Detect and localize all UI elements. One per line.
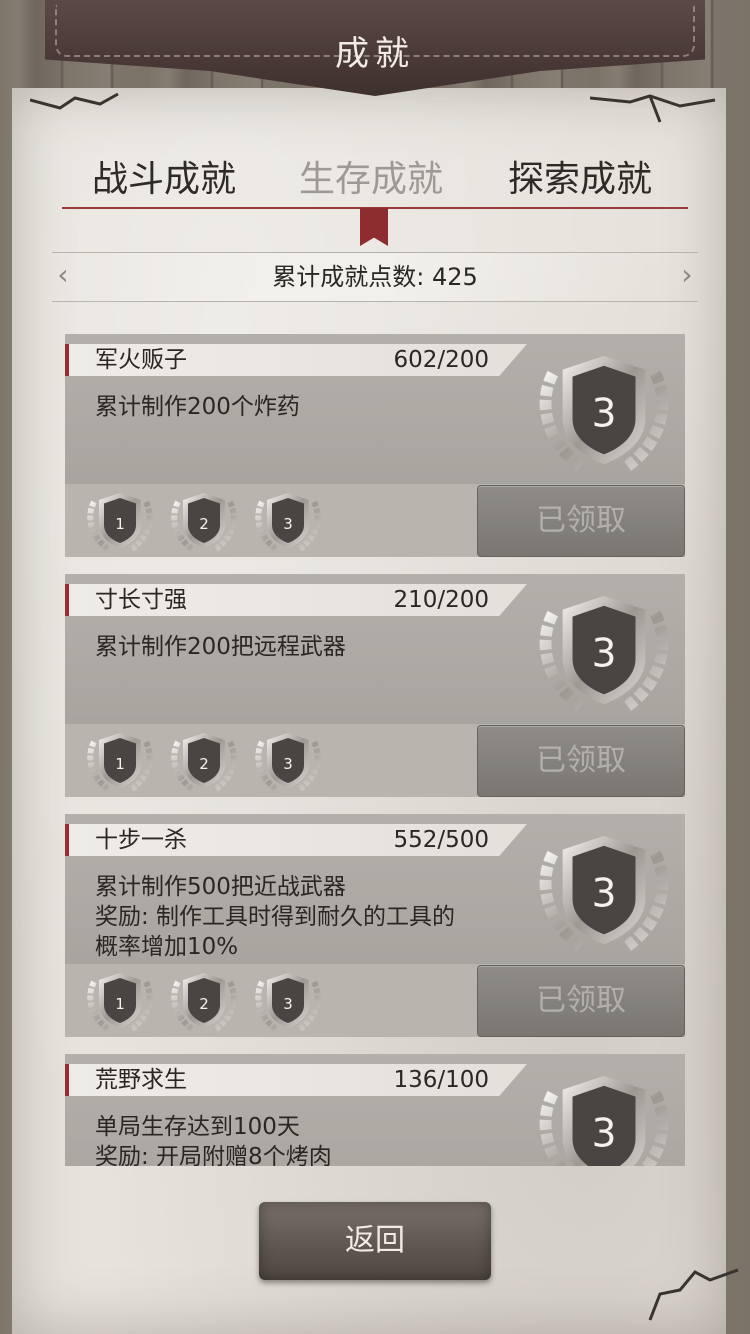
tier-medal-icon: 2 [169, 970, 239, 1034]
svg-text:1: 1 [115, 755, 125, 773]
ornament-right-icon: › [681, 258, 693, 291]
svg-text:3: 3 [283, 515, 293, 533]
tab-explore[interactable]: 探索成就 [508, 150, 652, 202]
achievement-progress: 136/100 [393, 1067, 489, 1093]
achievement-level-medal-icon: 3 [535, 830, 673, 952]
achievement-description: 累计制作200个炸药 [95, 392, 515, 422]
achievement-level-medal-icon: 3 [535, 350, 673, 472]
svg-text:2: 2 [199, 515, 209, 533]
achievement-level-medal-icon: 3 [535, 590, 673, 712]
tier-medal-icon: 2 [169, 490, 239, 554]
achievement-card: 寸长寸强 210/200 累计制作200把远程武器 3 1 2 3 已领取 [65, 574, 685, 797]
description-line: 奖励: 开局附赠8个烤肉 [95, 1144, 332, 1166]
description-line: 概率增加10% [95, 934, 239, 960]
svg-text:1: 1 [115, 515, 125, 533]
achievement-level-medal-icon: 3 [535, 1070, 673, 1166]
achievement-progress: 552/500 [393, 827, 489, 853]
achievement-name: 寸长寸强 [95, 587, 187, 613]
tab-survival[interactable]: 生存成就 [299, 150, 443, 202]
tier-medal-icon: 3 [253, 490, 323, 554]
achievement-name: 军火贩子 [95, 347, 187, 373]
description-line: 累计制作200把远程武器 [95, 634, 346, 660]
tier-medal-icon: 2 [169, 730, 239, 794]
achievement-card: 荒野求生136/100单局生存达到100天奖励: 开局附赠8个烤肉3123已领取 [65, 1054, 685, 1166]
crack-decoration-icon [30, 92, 119, 110]
tier-medal-icon: 3 [253, 970, 323, 1034]
achievement-points-bar: ‹ 累计成就点数: 425 › [52, 252, 698, 302]
svg-text:2: 2 [199, 995, 209, 1013]
tier-medal-icon: 3 [253, 730, 323, 794]
tier-medal-icon: 1 [85, 970, 155, 1034]
svg-text:1: 1 [115, 995, 125, 1013]
claimed-button[interactable]: 已领取 [477, 485, 685, 557]
claimed-button[interactable]: 已领取 [477, 965, 685, 1037]
ornament-left-icon: ‹ [57, 258, 69, 291]
svg-text:3: 3 [591, 871, 616, 917]
back-button[interactable]: 返回 [259, 1202, 491, 1280]
svg-text:3: 3 [591, 1111, 616, 1157]
tab-bar: 战斗成就 生存成就 探索成就 [62, 150, 688, 210]
achievement-progress: 602/200 [393, 347, 489, 373]
svg-text:3: 3 [591, 391, 616, 437]
svg-text:3: 3 [283, 995, 293, 1013]
description-line: 累计制作500把近战武器 [95, 874, 346, 900]
tier-medal-icon: 1 [85, 490, 155, 554]
achievement-progress: 210/200 [393, 587, 489, 613]
tab-combat[interactable]: 战斗成就 [92, 150, 236, 202]
achievement-card: 十步一杀 552/500 累计制作500把近战武器奖励: 制作工具时得到耐久的工具的… [65, 814, 685, 1037]
achievement-description: 单局生存达到100天奖励: 开局附赠8个烤肉 [95, 1112, 515, 1166]
crack-decoration-icon [648, 1268, 739, 1321]
achievement-name: 荒野求生 [95, 1067, 187, 1093]
svg-text:3: 3 [591, 631, 616, 677]
svg-text:3: 3 [283, 755, 293, 773]
achievement-card: 军火贩子 602/200 累计制作200个炸药 3 1 2 3 已领取 [65, 334, 685, 557]
achievement-list[interactable]: 军火贩子 602/200 累计制作200个炸药 3 1 2 3 已领取 寸长寸强 210/200 累… [65, 334, 685, 1166]
achievement-description: 累计制作200把远程武器 [95, 632, 515, 662]
description-line: 累计制作200个炸药 [95, 394, 300, 420]
claimed-button[interactable]: 已领取 [477, 725, 685, 797]
tier-medal-icon: 1 [85, 730, 155, 794]
crack-decoration-icon [590, 94, 716, 123]
achievement-points-text: 累计成就点数: 425 [272, 263, 478, 291]
achievement-name: 十步一杀 [95, 827, 187, 853]
description-line: 单局生存达到100天 [95, 1114, 300, 1140]
description-line: 奖励: 制作工具时得到耐久的工具的 [95, 904, 456, 930]
achievement-description: 累计制作500把近战武器奖励: 制作工具时得到耐久的工具的 概率增加10% [95, 872, 515, 962]
page-title: 成就 [335, 34, 415, 74]
svg-text:2: 2 [199, 755, 209, 773]
